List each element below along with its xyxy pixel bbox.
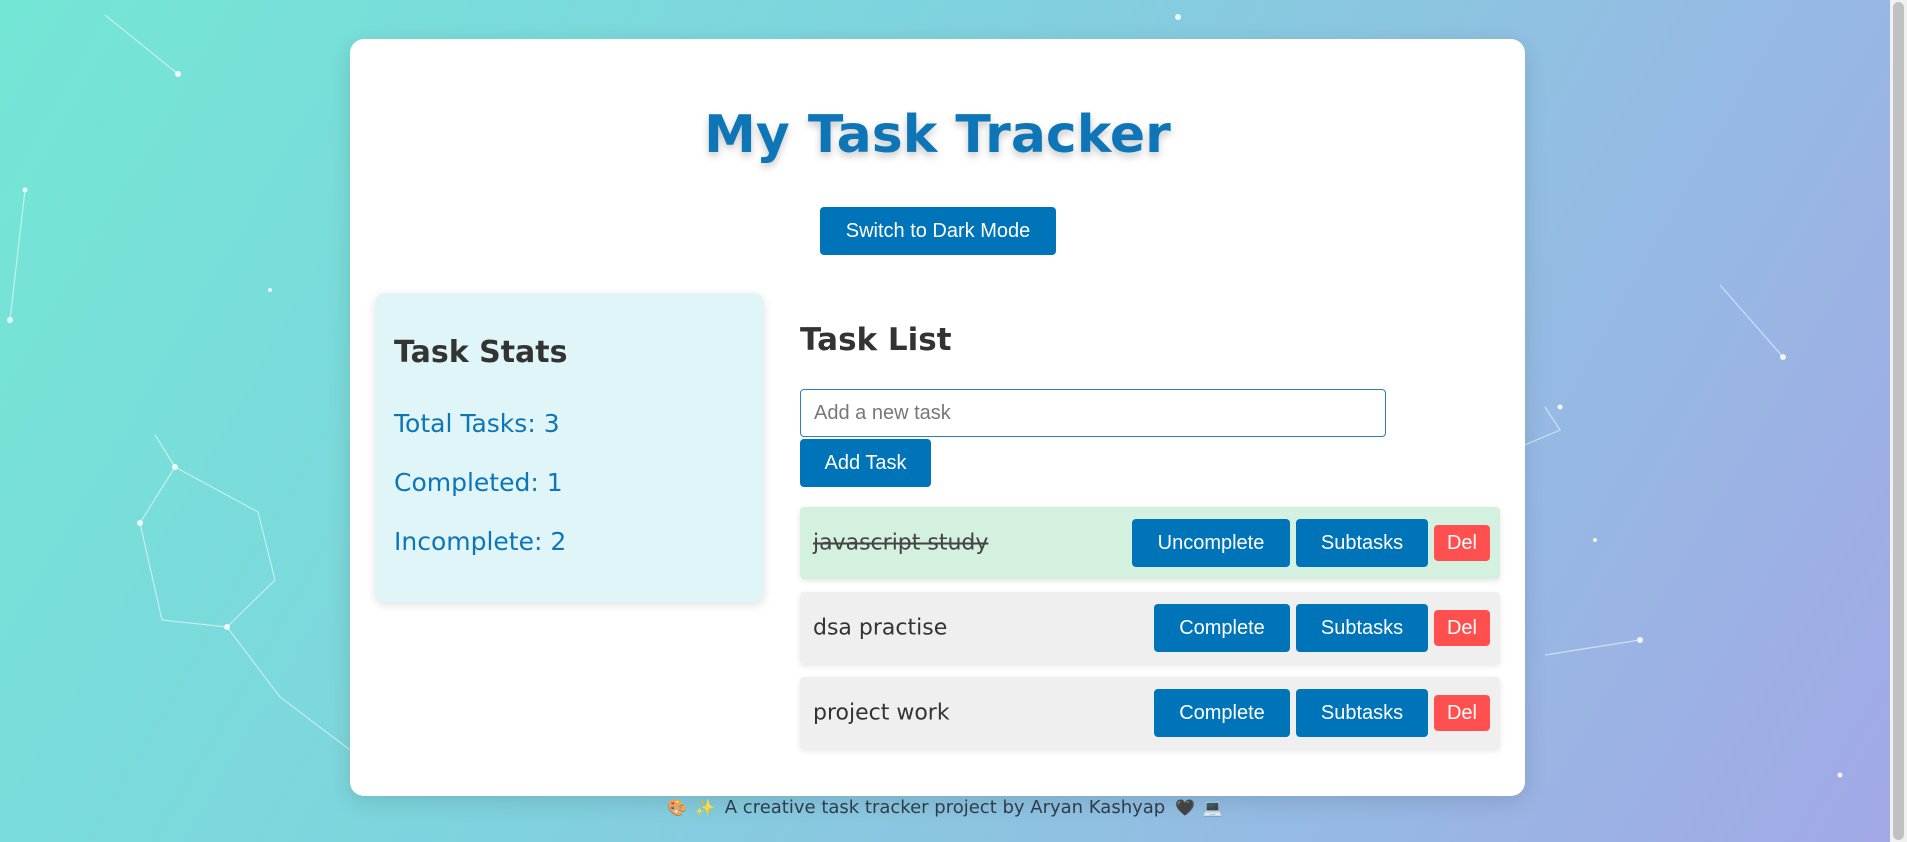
- completed-stat: Completed: 1: [394, 468, 563, 497]
- toggle-complete-button[interactable]: Complete: [1154, 689, 1290, 737]
- palette-icon: 🎨: [667, 798, 688, 817]
- toggle-complete-button[interactable]: Complete: [1154, 604, 1290, 652]
- incomplete-stat: Incomplete: 2: [394, 527, 566, 556]
- task-name: project work: [813, 700, 950, 726]
- tracker-card: My Task Tracker Switch to Dark Mode Task…: [350, 39, 1525, 796]
- stats-heading: Task Stats: [394, 335, 568, 370]
- task-list-heading: Task List: [800, 322, 952, 358]
- delete-task-button[interactable]: Del: [1434, 695, 1490, 731]
- completed-value: 1: [546, 468, 563, 497]
- toggle-complete-button[interactable]: Uncomplete: [1132, 519, 1290, 567]
- dark-mode-toggle-button[interactable]: Switch to Dark Mode: [820, 207, 1056, 255]
- task-name: javascript study: [813, 530, 989, 556]
- total-tasks-label: Total Tasks:: [394, 409, 536, 438]
- task-stats-panel: Task Stats Total Tasks: 3 Completed: 1 Inc…: [375, 293, 764, 602]
- task-actions: Uncomplete Subtasks Del: [1132, 519, 1490, 567]
- task-item: javascript study Uncomplete Subtasks Del: [800, 507, 1500, 579]
- delete-task-button[interactable]: Del: [1434, 610, 1490, 646]
- sparkles-icon: ✨: [695, 798, 716, 817]
- incomplete-label: Incomplete:: [394, 527, 543, 556]
- delete-task-button[interactable]: Del: [1434, 525, 1490, 561]
- footer-text: A creative task tracker project by Aryan…: [724, 797, 1166, 818]
- scrollbar-thumb[interactable]: [1893, 2, 1904, 840]
- task-item: dsa practise Complete Subtasks Del: [800, 592, 1500, 664]
- task-item: project work Complete Subtasks Del: [800, 677, 1500, 749]
- subtasks-button[interactable]: Subtasks: [1296, 604, 1428, 652]
- subtasks-button[interactable]: Subtasks: [1296, 519, 1428, 567]
- new-task-input[interactable]: [800, 389, 1386, 437]
- task-list: javascript study Uncomplete Subtasks Del…: [800, 507, 1500, 762]
- computer-icon: 💻: [1202, 798, 1223, 817]
- task-name: dsa practise: [813, 615, 948, 641]
- page-footer: 🎨 ✨ A creative task tracker project by Ar…: [0, 797, 1890, 818]
- completed-label: Completed:: [394, 468, 539, 497]
- total-tasks-stat: Total Tasks: 3: [394, 409, 560, 438]
- task-actions: Complete Subtasks Del: [1154, 604, 1490, 652]
- heart-icon: 🖤: [1174, 798, 1195, 817]
- task-actions: Complete Subtasks Del: [1154, 689, 1490, 737]
- subtasks-button[interactable]: Subtasks: [1296, 689, 1428, 737]
- add-task-button[interactable]: Add Task: [800, 439, 931, 487]
- incomplete-value: 2: [550, 527, 567, 556]
- page-title: My Task Tracker: [704, 105, 1171, 165]
- total-tasks-value: 3: [543, 409, 560, 438]
- page-scrollbar[interactable]: [1890, 0, 1907, 842]
